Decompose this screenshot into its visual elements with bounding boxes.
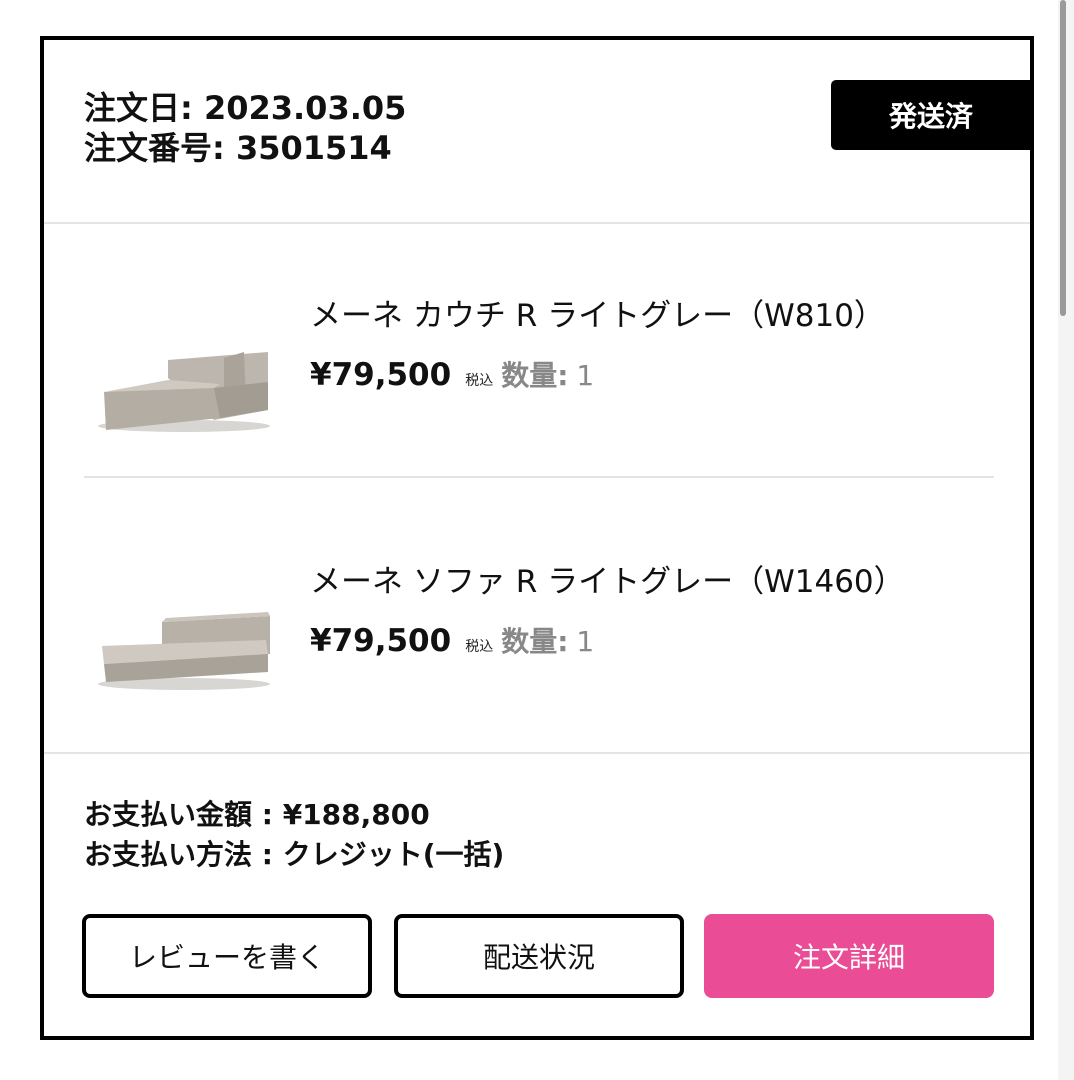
item-price-row: ¥79,500 税込 数量: 1: [310, 354, 594, 394]
item-name[interactable]: メーネ カウチ R ライトグレー（W810）: [310, 296, 885, 336]
payment-amount-label: お支払い金額 :: [84, 798, 273, 831]
order-date: 注文日: 2023.03.05: [84, 90, 406, 128]
header-divider: [44, 222, 1030, 224]
order-date-label: 注文日:: [84, 89, 193, 127]
order-item[interactable]: メーネ ソファ R ライトグレー（W1460） ¥79,500 税込 数量: 1: [44, 544, 1030, 744]
tax-label: 税込: [465, 639, 494, 655]
item-price: ¥79,500: [310, 623, 452, 659]
order-number-label: 注文番号:: [84, 129, 225, 167]
order-date-value: 2023.03.05: [203, 89, 407, 127]
order-header: 注文日: 2023.03.05 注文番号: 3501514: [84, 90, 406, 170]
payment-amount-value: ¥188,800: [282, 798, 430, 831]
shipping-status-button[interactable]: 配送状況: [394, 914, 684, 998]
order-number-value: 3501514: [235, 129, 392, 167]
write-review-button[interactable]: レビューを書く: [82, 914, 372, 998]
payment-amount: お支払い金額 : ¥188,800: [84, 798, 504, 838]
payment-method-value: クレジット(一括): [282, 838, 505, 871]
order-card: 注文日: 2023.03.05 注文番号: 3501514 発送済 メーネ カウ…: [40, 36, 1034, 1040]
order-number: 注文番号: 3501514: [84, 130, 406, 168]
quantity-label: 数量:: [501, 625, 569, 658]
scrollbar-thumb[interactable]: [1060, 0, 1066, 316]
item-price-row: ¥79,500 税込 数量: 1: [310, 620, 594, 660]
status-badge: 発送済: [831, 80, 1031, 150]
payment-summary: お支払い金額 : ¥188,800 お支払い方法 : クレジット(一括): [84, 798, 504, 878]
items-footer-divider: [44, 752, 1030, 754]
sofa-chaise-icon: [98, 352, 270, 432]
order-detail-button[interactable]: 注文詳細: [704, 914, 994, 998]
order-item[interactable]: メーネ カウチ R ライトグレー（W810） ¥79,500 税込 数量: 1: [44, 278, 1030, 478]
sofa-icon: [98, 612, 270, 690]
quantity-value: 1: [576, 359, 595, 392]
tax-label: 税込: [465, 373, 494, 389]
quantity-label: 数量:: [501, 359, 569, 392]
item-price: ¥79,500: [310, 357, 452, 393]
payment-method: お支払い方法 : クレジット(一括): [84, 838, 504, 878]
item-name[interactable]: メーネ ソファ R ライトグレー（W1460）: [310, 562, 905, 602]
payment-method-label: お支払い方法 :: [84, 838, 273, 871]
item-divider: [84, 476, 994, 478]
quantity-value: 1: [576, 625, 595, 658]
